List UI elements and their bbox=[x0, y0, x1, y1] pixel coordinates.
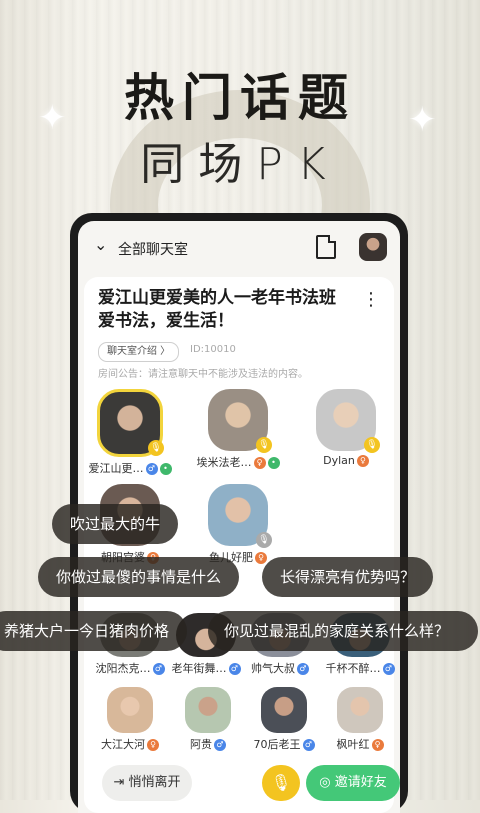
room-notice: 房间公告：请注意聊天中不能涉及违法的内容。 bbox=[98, 369, 308, 380]
room-id: ID:10010 bbox=[190, 344, 236, 355]
avatar[interactable] bbox=[107, 687, 153, 733]
female-icon: ♀ bbox=[253, 457, 266, 469]
exit-icon: ⇥ bbox=[113, 775, 129, 790]
seat-name: 埃米法老… bbox=[196, 456, 252, 469]
seat-name: 枫叶红 bbox=[336, 738, 370, 751]
room-card: 爱江山更爱美的人一老年书法班爱书法，爱生活！ ⋮ 聊天室介绍 〉 ID:1001… bbox=[84, 277, 400, 813]
seat-name: 爱江山更… bbox=[88, 462, 144, 475]
bottom-bar: ⇥ 悄悄离开 🎙 ◎ 邀请好友 bbox=[84, 765, 400, 809]
male-icon: ♂ bbox=[382, 663, 395, 675]
avatar[interactable] bbox=[185, 687, 231, 733]
seat[interactable]: 🎙 Dylan ♀ bbox=[300, 389, 392, 467]
seat-name: 70后老王 bbox=[253, 738, 301, 751]
document-icon[interactable] bbox=[316, 235, 336, 259]
invite-button[interactable]: ◎ 邀请好友 bbox=[306, 765, 400, 801]
avatar[interactable] bbox=[337, 687, 383, 733]
topic-bubble[interactable]: 长得漂亮有优势吗？ bbox=[262, 557, 434, 597]
mic-muted-icon: 🎙 bbox=[256, 532, 272, 548]
seat-name: Dylan bbox=[323, 454, 355, 467]
seat-name: 帅气大叔 bbox=[251, 662, 295, 675]
user-avatar[interactable] bbox=[359, 233, 387, 261]
seat[interactable]: 🎙 爱江山更… ♂ • bbox=[84, 389, 176, 476]
room-intro-tag[interactable]: 聊天室介绍 〉 bbox=[98, 342, 180, 362]
topic-bubble[interactable]: 你做过最傻的事情是什么 bbox=[38, 557, 240, 597]
seat[interactable]: 枫叶红 ♀ bbox=[314, 687, 400, 752]
top-bar: ⌄ 全部聊天室 bbox=[78, 221, 400, 273]
topic-bubble[interactable]: 你见过最混乱的家庭关系什么样？ bbox=[208, 611, 478, 651]
more-options-icon[interactable]: ⋮ bbox=[362, 289, 380, 310]
mic-button[interactable]: 🎙 bbox=[262, 765, 300, 801]
female-icon: ♀ bbox=[147, 739, 159, 751]
level-badge: • bbox=[267, 457, 280, 469]
invite-icon: ◎ bbox=[319, 775, 335, 790]
room-name: 爱江山更爱美的人一老年书法班爱书法，爱生活！ bbox=[98, 288, 336, 331]
invite-label: 邀请好友 bbox=[334, 775, 387, 790]
avatar[interactable]: 🎙 bbox=[97, 389, 164, 457]
chevron-down-icon[interactable]: ⌄ bbox=[94, 235, 107, 254]
mic-icon: 🎙 bbox=[256, 437, 272, 453]
female-icon: ♀ bbox=[371, 739, 384, 751]
seat-name: 千杯不醉… bbox=[325, 662, 381, 675]
level-badge: • bbox=[159, 463, 172, 475]
leave-button[interactable]: ⇥ 悄悄离开 bbox=[102, 765, 192, 801]
topic-bubble[interactable]: 吹过最大的牛 bbox=[52, 504, 179, 544]
seat-name: 大江大河 bbox=[101, 738, 145, 751]
mic-icon: 🎙 bbox=[148, 440, 164, 456]
female-icon: ♀ bbox=[356, 455, 369, 467]
leave-label: 悄悄离开 bbox=[128, 775, 181, 790]
seat[interactable]: 🎙 鱼儿好肥 ♀ bbox=[192, 484, 284, 565]
topic-bubble[interactable]: 养猪大户一今日猪肉价格 bbox=[0, 611, 188, 651]
male-icon: ♂ bbox=[302, 739, 315, 751]
avatar[interactable]: 🎙 bbox=[316, 389, 380, 453]
male-icon: ♂ bbox=[145, 463, 158, 475]
promo-subheadline: 同场PK bbox=[140, 139, 340, 190]
avatar[interactable] bbox=[261, 687, 307, 733]
seat-name: 阿贵 bbox=[190, 738, 212, 751]
male-icon: ♂ bbox=[214, 739, 226, 751]
male-icon: ♂ bbox=[297, 663, 309, 675]
female-icon: ♀ bbox=[255, 552, 267, 564]
mic-icon: 🎙 bbox=[364, 437, 380, 453]
avatar[interactable]: 🎙 bbox=[208, 389, 272, 453]
promo-headline: 热门话题 bbox=[124, 69, 356, 127]
mic-icon: 🎙 bbox=[270, 773, 292, 792]
seat-name: 老年街舞… bbox=[171, 662, 227, 675]
all-rooms-title[interactable]: 全部聊天室 bbox=[118, 239, 188, 259]
avatar[interactable]: 🎙 bbox=[208, 484, 272, 548]
seat-name: 沈阳杰克… bbox=[95, 662, 151, 675]
seat[interactable]: 🎙 埃米法老… ♀ • bbox=[192, 389, 284, 470]
